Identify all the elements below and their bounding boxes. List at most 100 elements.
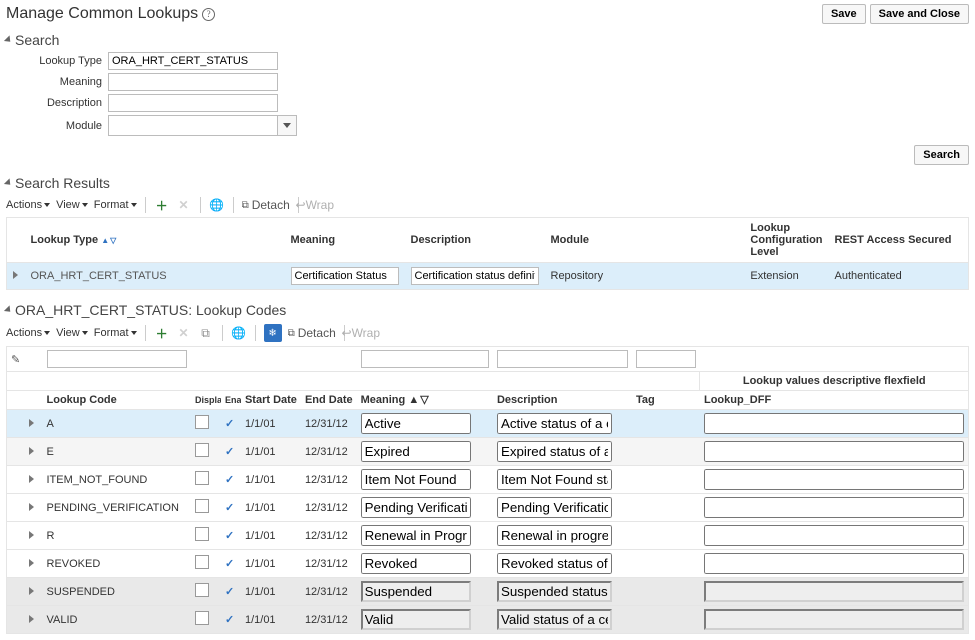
expand-icon[interactable] (29, 559, 34, 567)
cell-start-date[interactable]: 1/1/01 (241, 550, 301, 578)
col-meaning[interactable]: Meaning (285, 218, 405, 263)
col-lookup-type[interactable]: Lookup Type ▲▽ (25, 218, 285, 263)
col-rest[interactable]: REST Access Secured (829, 218, 969, 263)
cell-meaning-input[interactable] (361, 413, 471, 434)
cell-dff-input[interactable] (704, 469, 964, 490)
wrap-button[interactable]: ↩ Wrap (307, 197, 323, 213)
table-row[interactable]: ITEM_NOT_FOUND✓1/1/0112/31/12 (7, 466, 969, 494)
cell-tag[interactable] (632, 550, 700, 578)
cell-tag[interactable] (632, 606, 700, 634)
expand-icon[interactable] (29, 419, 34, 427)
detach-button[interactable]: ⧉Detach (288, 325, 336, 341)
cell-end-date[interactable]: 12/31/12 (301, 606, 357, 634)
search-section-header[interactable]: Search (6, 32, 969, 48)
display-seq-checkbox[interactable] (195, 583, 209, 597)
module-input[interactable] (108, 115, 278, 136)
cell-tag[interactable] (632, 466, 700, 494)
cell-meaning-input[interactable] (361, 581, 471, 602)
format-menu[interactable]: Format (94, 199, 137, 211)
cell-tag[interactable] (632, 494, 700, 522)
detach-button[interactable]: ⧉Detach (242, 197, 290, 213)
col-description[interactable]: Description (405, 218, 545, 263)
add-row-icon[interactable]: ＋ (154, 325, 170, 341)
display-seq-checkbox[interactable] (195, 443, 209, 457)
cell-tag[interactable] (632, 410, 700, 438)
expand-icon[interactable] (29, 587, 34, 595)
col-tag[interactable]: Tag (632, 391, 700, 410)
table-row[interactable]: SUSPENDED✓1/1/0112/31/12 (7, 578, 969, 606)
cell-end-date[interactable]: 12/31/12 (301, 578, 357, 606)
expand-icon[interactable] (29, 447, 34, 455)
globe-icon[interactable]: 🌐 (209, 197, 225, 213)
meaning-input[interactable] (108, 73, 278, 91)
cell-end-date[interactable]: 12/31/12 (301, 410, 357, 438)
display-seq-checkbox[interactable] (195, 527, 209, 541)
actions-menu[interactable]: Actions (6, 327, 50, 339)
display-seq-checkbox[interactable] (195, 471, 209, 485)
search-button[interactable]: Search (914, 145, 969, 165)
help-icon[interactable]: ? (202, 8, 215, 21)
cell-description-input[interactable] (497, 525, 612, 546)
freeze-icon[interactable]: ❄ (264, 324, 282, 342)
table-row[interactable]: A✓1/1/0112/31/12 (7, 410, 969, 438)
cell-end-date[interactable]: 12/31/12 (301, 466, 357, 494)
cell-description-input[interactable] (411, 267, 539, 285)
cell-description-input[interactable] (497, 581, 612, 602)
cell-end-date[interactable]: 12/31/12 (301, 438, 357, 466)
cell-meaning-input[interactable] (361, 609, 471, 630)
col-start-date[interactable]: Start Date (241, 391, 301, 410)
lookup-type-input[interactable] (108, 52, 278, 70)
delete-row-icon[interactable]: ✕ (176, 197, 192, 213)
add-row-icon[interactable]: ＋ (154, 197, 170, 213)
expand-icon[interactable] (29, 503, 34, 511)
cell-description-input[interactable] (497, 609, 612, 630)
expand-icon[interactable] (29, 531, 34, 539)
results-section-header[interactable]: Search Results (6, 175, 969, 191)
cell-dff-input[interactable] (704, 525, 964, 546)
cell-start-date[interactable]: 1/1/01 (241, 578, 301, 606)
cell-dff-input[interactable] (704, 609, 964, 630)
cell-description-input[interactable] (497, 553, 612, 574)
cell-start-date[interactable]: 1/1/01 (241, 410, 301, 438)
cell-lookup-code[interactable]: SUSPENDED (43, 578, 191, 606)
cell-dff-input[interactable] (704, 413, 964, 434)
cell-lookup-code[interactable]: E (43, 438, 191, 466)
table-row[interactable]: R✓1/1/0112/31/12 (7, 522, 969, 550)
cell-end-date[interactable]: 12/31/12 (301, 550, 357, 578)
cell-end-date[interactable]: 12/31/12 (301, 522, 357, 550)
cell-lookup-type[interactable]: ORA_HRT_CERT_STATUS (25, 263, 285, 290)
cell-start-date[interactable]: 1/1/01 (241, 438, 301, 466)
cell-description-input[interactable] (497, 469, 612, 490)
cell-lookup-code[interactable]: R (43, 522, 191, 550)
duplicate-icon[interactable]: ⧉ (198, 325, 214, 341)
cell-start-date[interactable]: 1/1/01 (241, 606, 301, 634)
display-seq-checkbox[interactable] (195, 415, 209, 429)
col-lookup-code[interactable]: Lookup Code (43, 391, 191, 410)
actions-menu[interactable]: Actions (6, 199, 50, 211)
cell-meaning-input[interactable] (361, 469, 471, 490)
table-row[interactable]: REVOKED✓1/1/0112/31/12 (7, 550, 969, 578)
cell-description-input[interactable] (497, 413, 612, 434)
col-config-level[interactable]: Lookup Configuration Level (744, 218, 828, 263)
col-code-meaning[interactable]: Meaning ▲▽ (357, 391, 493, 410)
display-seq-checkbox[interactable] (195, 499, 209, 513)
col-module[interactable]: Module (545, 218, 745, 263)
table-row[interactable]: PENDING_VERIFICATION✓1/1/0112/31/12 (7, 494, 969, 522)
cell-meaning-input[interactable] (361, 497, 471, 518)
codes-section-header[interactable]: ORA_HRT_CERT_STATUS: Lookup Codes (6, 302, 969, 318)
cell-dff-input[interactable] (704, 441, 964, 462)
expand-icon[interactable] (29, 615, 34, 623)
save-and-close-button[interactable]: Save and Close (870, 4, 969, 24)
col-code-description[interactable]: Description (493, 391, 632, 410)
col-display-seq[interactable]: Display Sequence (191, 391, 221, 410)
cell-start-date[interactable]: 1/1/01 (241, 466, 301, 494)
description-input[interactable] (108, 94, 278, 112)
cell-meaning-input[interactable] (361, 553, 471, 574)
format-menu[interactable]: Format (94, 327, 137, 339)
cell-meaning-input[interactable] (361, 441, 471, 462)
cell-meaning-input[interactable] (291, 267, 399, 285)
cell-tag[interactable] (632, 438, 700, 466)
cell-dff-input[interactable] (704, 497, 964, 518)
cell-tag[interactable] (632, 522, 700, 550)
cell-lookup-code[interactable]: PENDING_VERIFICATION (43, 494, 191, 522)
